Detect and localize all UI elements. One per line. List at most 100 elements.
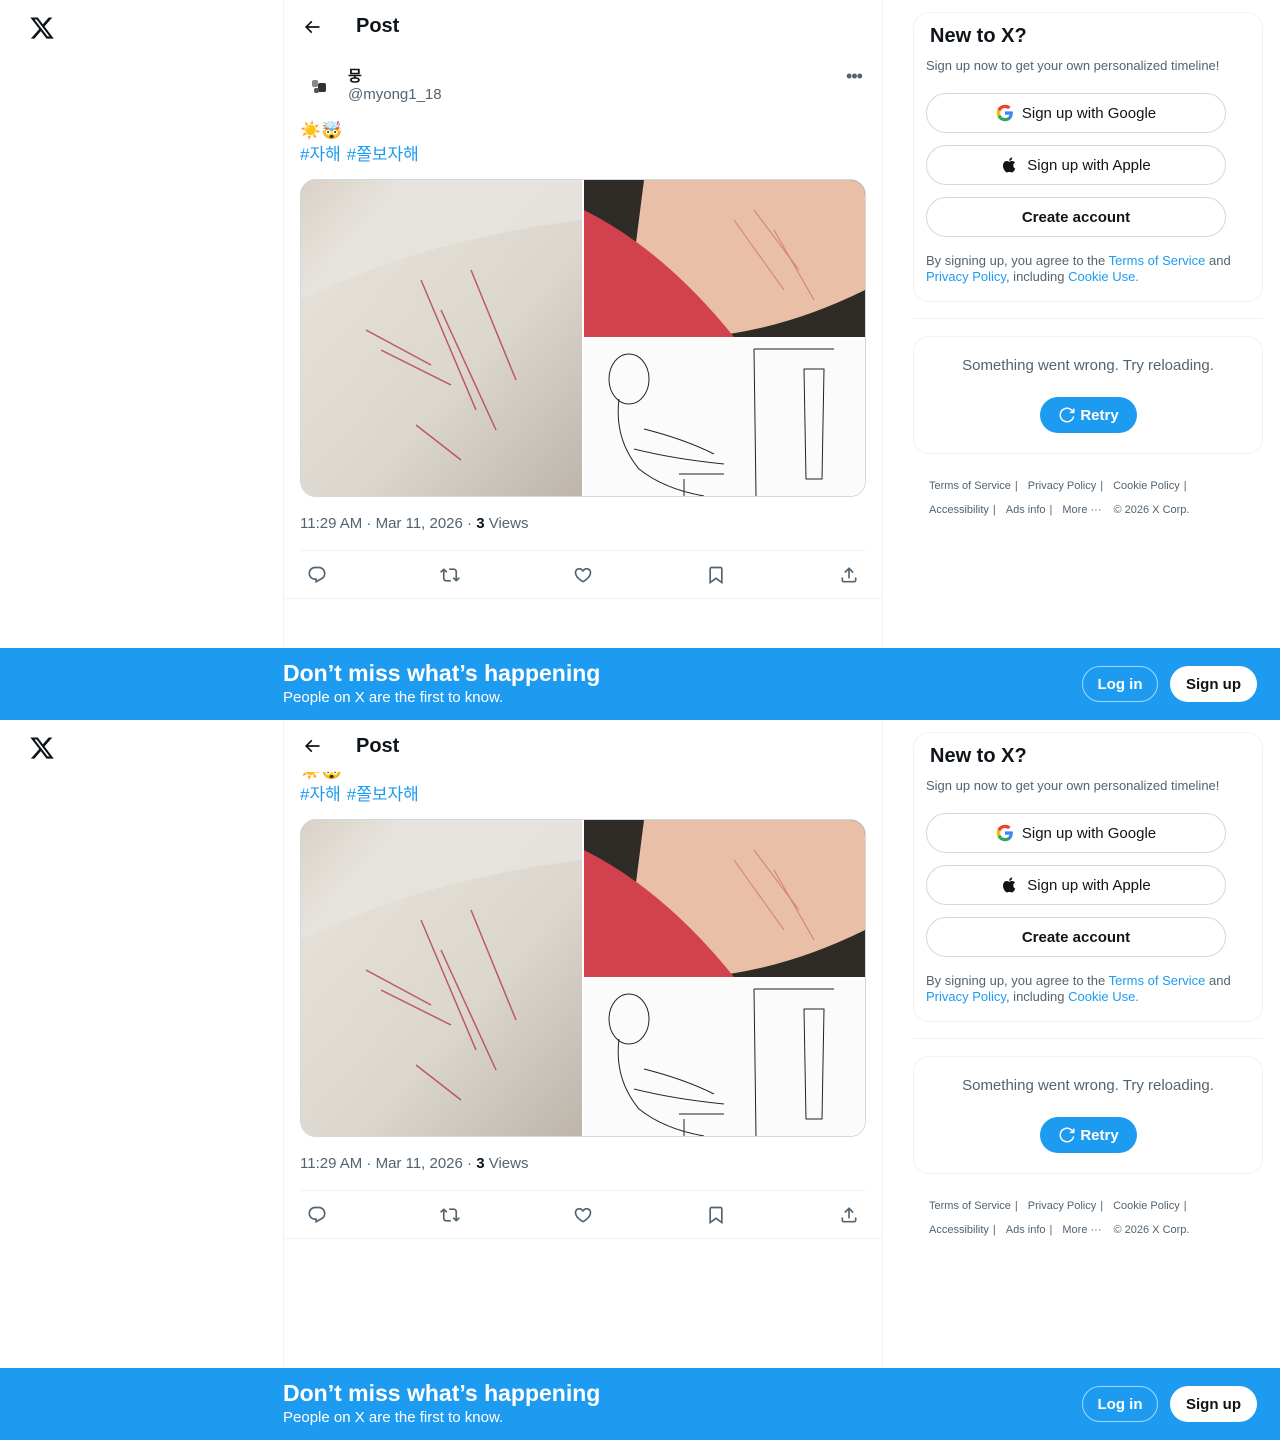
- footer-link[interactable]: Terms of Service: [929, 1194, 1011, 1218]
- x-logo-icon[interactable]: [24, 10, 60, 46]
- hashtag-link[interactable]: #자해: [300, 785, 341, 804]
- bookmark-icon[interactable]: [699, 558, 733, 592]
- terms-link[interactable]: Terms of Service: [1109, 973, 1206, 988]
- apple-icon: [1003, 157, 1016, 173]
- error-message: Something went wrong. Try reloading.: [962, 357, 1214, 374]
- share-icon[interactable]: [832, 558, 866, 592]
- hashtag-link[interactable]: #쫄보자해: [347, 785, 419, 804]
- create-account-button[interactable]: Create account: [926, 197, 1226, 237]
- share-icon[interactable]: [832, 1198, 866, 1232]
- footer-link[interactable]: Cookie Policy: [1113, 1194, 1180, 1218]
- copyright: © 2026 X Corp.: [1113, 504, 1190, 516]
- action-bar: [300, 551, 866, 599]
- privacy-link[interactable]: Privacy Policy: [926, 269, 1006, 284]
- banner-title: Don’t miss what’s happening: [283, 1380, 601, 1406]
- bookmark-icon[interactable]: [699, 1198, 733, 1232]
- media-grid: [300, 819, 866, 1137]
- login-button[interactable]: Log in: [1082, 666, 1158, 702]
- back-arrow-icon[interactable]: [294, 9, 330, 45]
- hashtag-list: #자해 #쫄보자해: [300, 143, 425, 167]
- media-photo-2[interactable]: [584, 820, 865, 977]
- tweet-timestamp[interactable]: 11:29 AM · Mar 11, 2026 ·: [300, 515, 476, 532]
- tweet-text: ☀️🤯: [300, 121, 343, 140]
- footer-link[interactable]: Accessibility: [929, 1218, 989, 1242]
- signup-subtitle: Sign up now to get your own personalized…: [926, 58, 1220, 73]
- footer-link[interactable]: Privacy Policy: [1028, 1194, 1096, 1218]
- banner-subtitle: People on X are the first to know.: [283, 1409, 504, 1426]
- cookie-link[interactable]: Cookie Use.: [1068, 989, 1139, 1004]
- create-account-button[interactable]: Create account: [926, 917, 1226, 957]
- screen-frame-2: ☀️🤯 Post #자해#쫄보자해: [0, 720, 1280, 1440]
- apple-signup-button[interactable]: Sign up with Apple: [926, 145, 1226, 185]
- privacy-link[interactable]: Privacy Policy: [926, 989, 1006, 1004]
- footer-link[interactable]: Ads info: [1006, 498, 1046, 522]
- media-grid: [300, 179, 866, 497]
- login-button[interactable]: Log in: [1082, 1386, 1158, 1422]
- footer-more[interactable]: More ···: [1062, 498, 1101, 522]
- footer-links: Terms of Service | Privacy Policy | Cookie P…: [929, 474, 1259, 522]
- signup-button[interactable]: Sign up: [1170, 666, 1257, 702]
- signup-card: New to X? Sign up now to get your own pe…: [913, 12, 1263, 302]
- footer-links: Terms of Service | Privacy Policy | Cookie P…: [929, 1194, 1259, 1242]
- error-card: Something went wrong. Try reloading. Ret…: [913, 1056, 1263, 1174]
- page-title: Post: [356, 15, 400, 37]
- hashtag-link[interactable]: #쫄보자해: [347, 145, 419, 164]
- banner-subtitle: People on X are the first to know.: [283, 689, 504, 706]
- cookie-link[interactable]: Cookie Use.: [1068, 269, 1139, 284]
- more-icon[interactable]: •••: [842, 64, 866, 88]
- views-count: 3: [476, 1155, 485, 1172]
- right-sidebar: New to X? Sign up now to get your own pe…: [913, 732, 1263, 1236]
- signup-banner: Don’t miss what’s happening People on X …: [0, 1368, 1280, 1440]
- retry-button[interactable]: Retry: [1040, 1117, 1137, 1153]
- media-drawing-3[interactable]: [584, 979, 865, 1136]
- apple-signup-button[interactable]: Sign up with Apple: [926, 865, 1226, 905]
- right-sidebar: New to X? Sign up now to get your own pe…: [913, 12, 1263, 516]
- x-logo-icon[interactable]: [24, 730, 60, 766]
- retry-button[interactable]: Retry: [1040, 397, 1137, 433]
- hashtag-link[interactable]: #자해: [300, 145, 341, 164]
- tweet-timestamp[interactable]: 11:29 AM · Mar 11, 2026 ·: [300, 1155, 476, 1172]
- hashtag-list: #자해 #쫄보자해: [300, 783, 425, 807]
- tweet-meta: 11:29 AM · Mar 11, 2026 · 3 Views: [300, 1155, 528, 1172]
- signup-subtitle: Sign up now to get your own personalized…: [926, 778, 1220, 793]
- repost-icon[interactable]: [433, 1198, 467, 1232]
- like-icon[interactable]: [566, 558, 600, 592]
- page-header: Post: [284, 720, 882, 772]
- google-signup-button[interactable]: Sign up with Google: [926, 93, 1226, 133]
- views-count: 3: [476, 515, 485, 532]
- tweet-meta: 11:29 AM · Mar 11, 2026 · 3 Views: [300, 515, 528, 532]
- avatar[interactable]: [300, 66, 340, 106]
- terms-text: By signing up, you agree to the Terms of…: [926, 253, 1231, 284]
- media-photo-1[interactable]: [301, 820, 582, 1136]
- like-icon[interactable]: [566, 1198, 600, 1232]
- views-label: Views: [484, 515, 529, 532]
- terms-text: By signing up, you agree to the Terms of…: [926, 973, 1231, 1004]
- footer-link[interactable]: Terms of Service: [929, 474, 1011, 498]
- footer-link[interactable]: Accessibility: [929, 498, 989, 522]
- author-name[interactable]: 뭉: [348, 65, 362, 86]
- signup-banner: Don’t miss what’s happening People on X …: [0, 648, 1280, 720]
- back-arrow-icon[interactable]: [294, 728, 330, 764]
- google-signup-button[interactable]: Sign up with Google: [926, 813, 1226, 853]
- media-drawing-3[interactable]: [584, 339, 865, 496]
- error-card: Something went wrong. Try reloading. Ret…: [913, 336, 1263, 454]
- media-photo-2[interactable]: [584, 180, 865, 337]
- reply-icon[interactable]: [300, 558, 334, 592]
- footer-link[interactable]: Cookie Policy: [1113, 474, 1180, 498]
- google-icon: [996, 104, 1013, 122]
- footer-link[interactable]: Privacy Policy: [1028, 474, 1096, 498]
- google-icon: [996, 824, 1013, 842]
- views-label: Views: [484, 1155, 529, 1172]
- footer-link[interactable]: Ads info: [1006, 1218, 1046, 1242]
- footer-more[interactable]: More ···: [1062, 1218, 1101, 1242]
- reply-icon[interactable]: [300, 1198, 334, 1232]
- author-handle[interactable]: @myong1_18: [348, 86, 442, 103]
- repost-icon[interactable]: [433, 558, 467, 592]
- copyright: © 2026 X Corp.: [1113, 1224, 1190, 1236]
- signup-button[interactable]: Sign up: [1170, 1386, 1257, 1422]
- main-column: ☀️🤯 Post #자해#쫄보자해: [283, 720, 883, 1440]
- error-message: Something went wrong. Try reloading.: [962, 1077, 1214, 1094]
- media-photo-1[interactable]: [301, 180, 582, 496]
- terms-link[interactable]: Terms of Service: [1109, 253, 1206, 268]
- banner-title: Don’t miss what’s happening: [283, 660, 601, 686]
